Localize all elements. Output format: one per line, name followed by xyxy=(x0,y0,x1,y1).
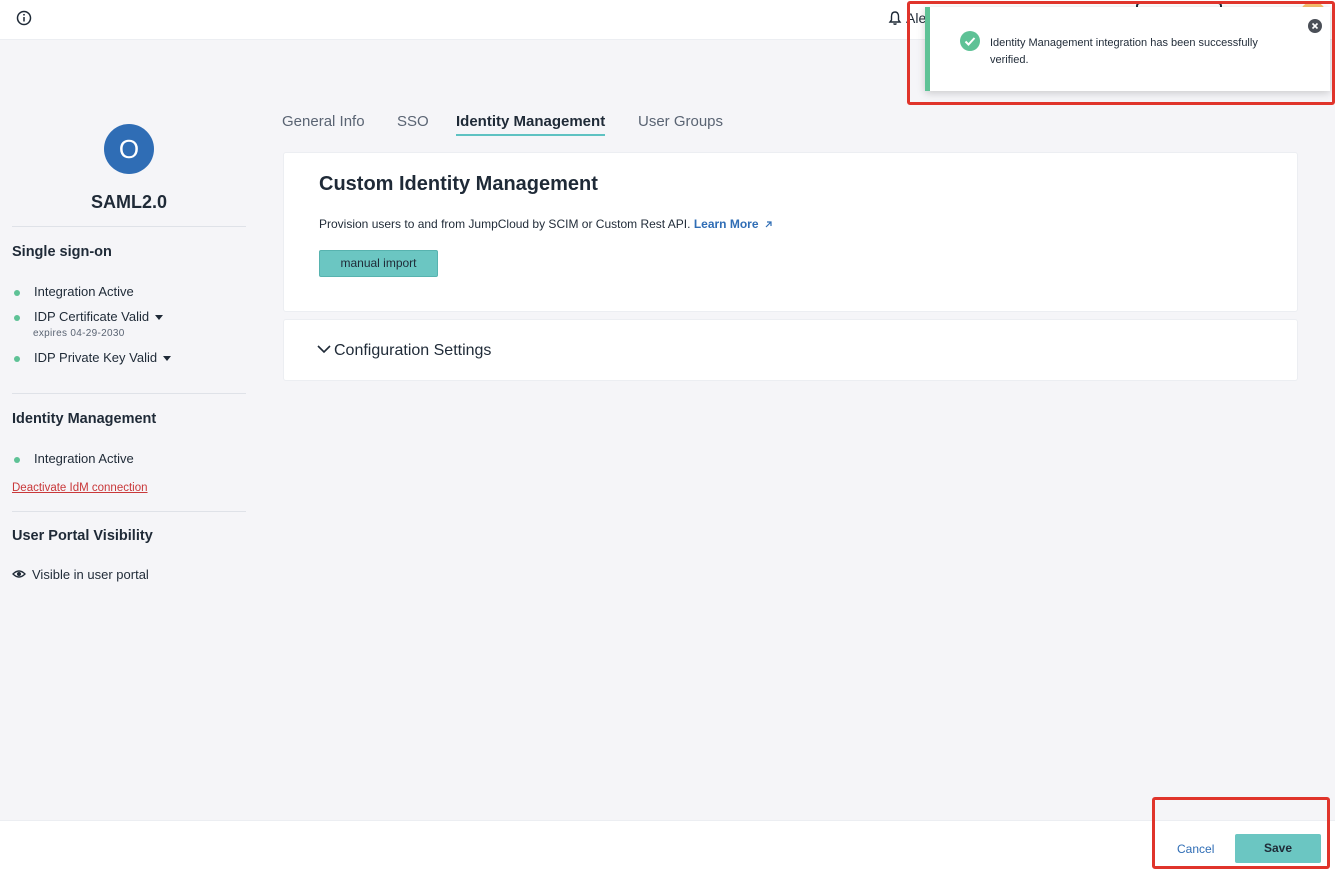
caret-down-icon[interactable] xyxy=(163,356,172,362)
custom-idm-card: Custom Identity Management Provision use… xyxy=(283,152,1298,312)
custom-idm-description: Provision users to and from JumpCloud by… xyxy=(319,217,773,231)
tab-sso[interactable]: SSO xyxy=(397,113,429,130)
status-label: IDP Private Key Valid xyxy=(34,350,158,365)
certificate-expiry: expires 04-29-2030 xyxy=(33,328,125,339)
visibility-label: Visible in user portal xyxy=(32,567,149,582)
learn-more-link[interactable]: Learn More xyxy=(694,217,773,231)
description-text: Provision users to and from JumpCloud by… xyxy=(319,217,691,231)
deactivate-idm-link[interactable]: Deactivate IdM connection xyxy=(12,482,148,494)
tab-identity-management[interactable]: Identity Management xyxy=(456,113,606,136)
app-avatar: O xyxy=(104,124,154,174)
check-circle-icon xyxy=(960,31,980,51)
status-dot xyxy=(14,355,20,362)
portal-section-title: User Portal Visibility xyxy=(12,528,153,544)
status-label: Integration Active xyxy=(34,284,134,299)
external-link-icon xyxy=(765,221,772,228)
divider xyxy=(12,393,246,394)
sso-status-integration: Integration Active xyxy=(12,284,134,299)
manual-import-button[interactable]: manual import xyxy=(319,250,438,277)
chevron-down-icon[interactable] xyxy=(317,344,331,354)
alerts-label[interactable]: Ale xyxy=(906,10,926,26)
status-dot xyxy=(14,289,20,296)
footer-bar: Cancel Save xyxy=(0,820,1335,872)
tab-general-info[interactable]: General Info xyxy=(282,113,365,130)
config-settings-card[interactable]: Configuration Settings xyxy=(283,319,1298,381)
idm-status-integration: Integration Active xyxy=(12,451,134,466)
toast-message: Identity Management integration has been… xyxy=(990,37,1258,66)
app-name: SAML2.0 xyxy=(90,192,168,212)
portal-visibility-status: Visible in user portal xyxy=(12,567,149,582)
divider xyxy=(12,511,246,512)
status-dot xyxy=(14,314,20,321)
info-icon[interactable] xyxy=(16,10,32,26)
sso-status-private-key[interactable]: IDP Private Key Valid xyxy=(12,350,172,365)
status-label: Integration Active xyxy=(34,451,134,466)
divider xyxy=(12,226,246,227)
tab-user-groups[interactable]: User Groups xyxy=(638,113,723,130)
eye-icon xyxy=(12,569,26,578)
learn-more-label: Learn More xyxy=(693,217,759,231)
idm-section-title: Identity Management xyxy=(12,411,157,427)
status-label: IDP Certificate Valid xyxy=(34,309,150,324)
sso-section-title: Single sign-on xyxy=(12,244,112,260)
bell-icon[interactable] xyxy=(888,10,902,26)
close-icon[interactable] xyxy=(1308,19,1322,33)
success-toast: Identity Management integration has been… xyxy=(925,7,1330,91)
sso-status-certificate[interactable]: IDP Certificate Valid xyxy=(12,309,164,324)
config-settings-title[interactable]: Configuration Settings xyxy=(334,342,491,360)
save-button[interactable]: Save xyxy=(1235,834,1321,863)
cancel-button[interactable]: Cancel xyxy=(1177,842,1214,856)
status-dot xyxy=(14,456,20,463)
caret-down-icon[interactable] xyxy=(155,315,164,321)
custom-idm-title: Custom Identity Management xyxy=(319,173,598,195)
